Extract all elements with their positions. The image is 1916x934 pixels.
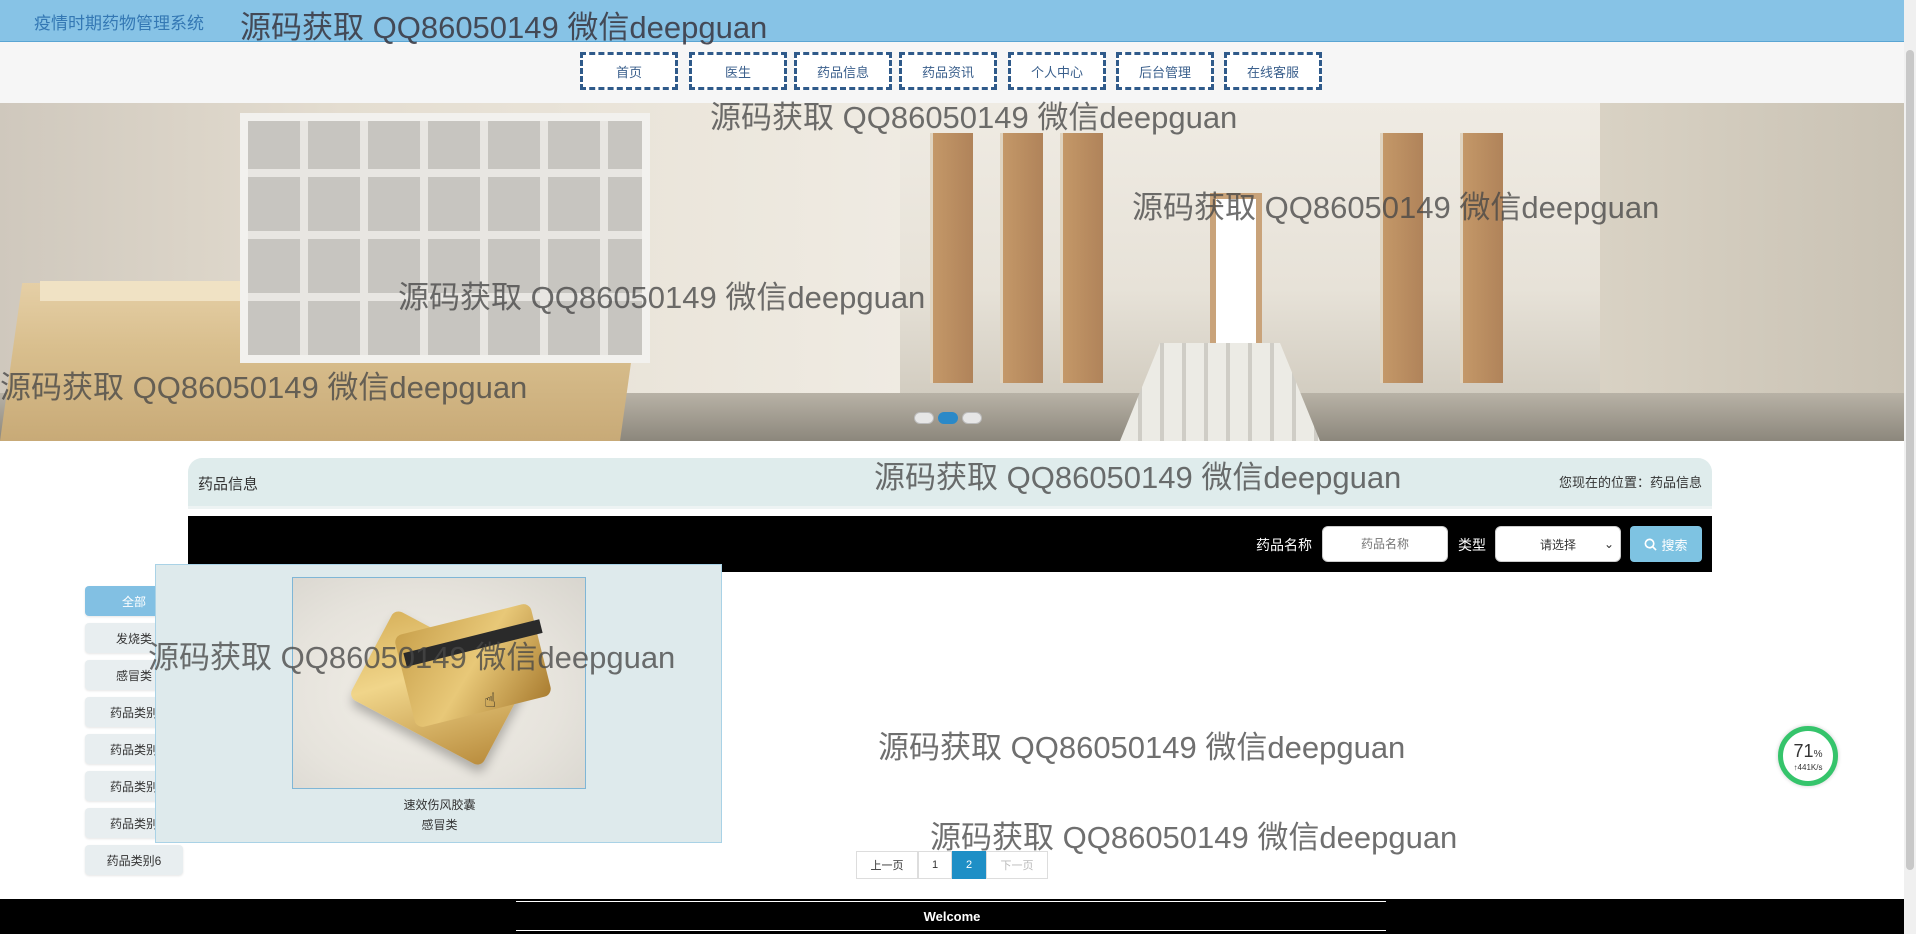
watermark-text: 源码获取 QQ86050149 微信deepguan: [240, 10, 768, 45]
carousel-dot-active[interactable]: [938, 412, 958, 424]
speed-percent-unit: %: [1813, 749, 1823, 760]
search-button[interactable]: 搜索: [1630, 526, 1702, 562]
product-category: 感冒类: [421, 818, 458, 832]
nav-item-home[interactable]: 首页: [580, 52, 678, 90]
page-2-button[interactable]: 2: [952, 851, 986, 879]
type-label: 类型: [1458, 537, 1486, 553]
speed-percent: 71%: [1783, 741, 1833, 762]
top-header: 疫情时期药物管理系统 源码获取 QQ86050149 微信deepguan: [0, 0, 1904, 45]
hand-cursor-icon: ☝: [484, 690, 497, 712]
product-card[interactable]: 速效伤风胶囊 感冒类: [155, 564, 722, 843]
prev-page-button[interactable]: 上一页: [856, 851, 918, 879]
section-header: 药品信息 您现在的位置：药品信息: [188, 458, 1712, 509]
search-icon: [1645, 538, 1658, 551]
nav-item-drug-info[interactable]: 药品信息: [794, 52, 892, 90]
footer-divider: [516, 901, 1386, 902]
section-title: 药品信息: [198, 476, 259, 493]
nav-item-online-service[interactable]: 在线客服: [1224, 52, 1322, 90]
nav-item-doctor[interactable]: 医生: [689, 52, 787, 90]
banner-door: [1380, 133, 1423, 383]
speed-percent-value: 71: [1793, 741, 1814, 761]
carousel-dot[interactable]: [914, 412, 934, 424]
footer-divider: [516, 930, 1386, 931]
nav-item-admin[interactable]: 后台管理: [1116, 52, 1214, 90]
breadcrumb: 您现在的位置：药品信息: [1559, 472, 1702, 491]
banner-door: [1060, 133, 1103, 383]
banner-shelf: [240, 113, 650, 363]
hero-carousel[interactable]: [0, 103, 1904, 441]
breadcrumb-current[interactable]: 药品信息: [1650, 475, 1702, 490]
product-image[interactable]: [292, 577, 586, 789]
banner-door: [930, 133, 973, 383]
nav-item-drug-news[interactable]: 药品资讯: [899, 52, 997, 90]
scrollbar-thumb[interactable]: [1906, 50, 1914, 870]
page-scrollbar[interactable]: [1904, 0, 1916, 934]
network-speed-widget[interactable]: 71% ↑441K/s: [1778, 726, 1838, 786]
banner-window: [1210, 193, 1262, 355]
drug-name-label: 药品名称: [1256, 537, 1312, 553]
footer-welcome: Welcome: [923, 909, 981, 924]
page-1-button[interactable]: 1: [918, 851, 952, 879]
watermark-text: 源码获取 QQ86050149 微信deepguan: [878, 730, 1406, 765]
type-select[interactable]: 请选择 ⌄: [1495, 526, 1621, 562]
chevron-down-icon: ⌄: [1603, 537, 1614, 551]
banner-door: [1460, 133, 1503, 383]
nav-item-personal-center[interactable]: 个人中心: [1008, 52, 1106, 90]
search-button-label: 搜索: [1661, 537, 1688, 553]
drug-name-input[interactable]: [1322, 526, 1448, 562]
type-select-value: 请选择: [1539, 537, 1576, 552]
app-title: 疫情时期药物管理系统: [34, 14, 204, 33]
product-name[interactable]: 速效伤风胶囊: [156, 796, 723, 813]
carousel-dots: [914, 412, 982, 424]
footer: Welcome: [0, 899, 1904, 934]
next-page-button[interactable]: 下一页: [986, 851, 1048, 879]
category-item-6[interactable]: 药品类别6: [85, 845, 183, 875]
breadcrumb-label: 您现在的位置：: [1558, 475, 1650, 490]
pagination: 上一页 1 2 下一页: [856, 851, 1048, 879]
main-nav: 首页 医生 药品信息 药品资讯 个人中心 后台管理 在线客服: [0, 42, 1904, 103]
speed-rate: ↑441K/s: [1793, 763, 1823, 772]
carousel-dot[interactable]: [962, 412, 982, 424]
banner-door: [1000, 133, 1043, 383]
